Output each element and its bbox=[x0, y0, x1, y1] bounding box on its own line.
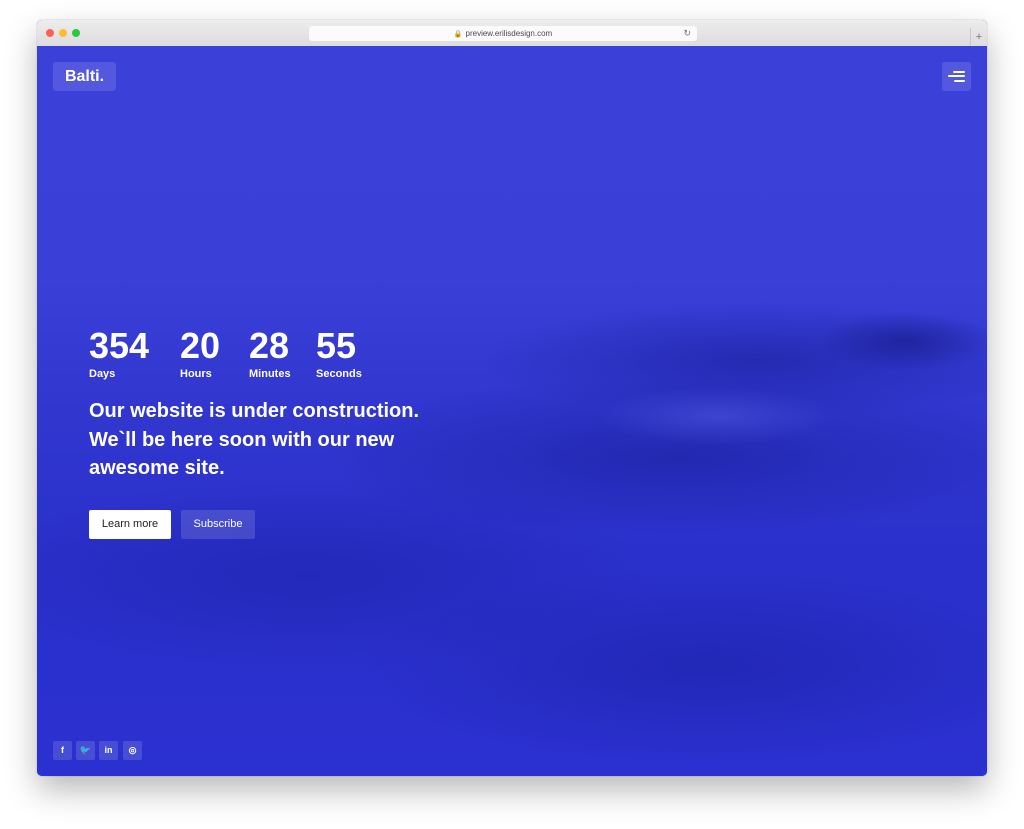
countdown-days: 354 Days bbox=[89, 325, 150, 381]
countdown-minutes: 28 Minutes bbox=[249, 325, 291, 381]
reload-icon[interactable]: ↻ bbox=[683, 26, 691, 41]
countdown-hours: 20 Hours bbox=[180, 325, 221, 381]
browser-titlebar: 🔒 preview.erilisdesign.com ↻ + bbox=[37, 20, 987, 47]
wave-shape bbox=[597, 386, 837, 446]
lock-icon: 🔒 bbox=[453, 31, 463, 38]
facebook-icon[interactable]: f bbox=[53, 741, 72, 760]
menu-icon-line bbox=[948, 75, 965, 77]
days-value: 354 bbox=[89, 325, 150, 366]
url-text: preview.erilisdesign.com bbox=[465, 29, 553, 38]
learn-more-button[interactable]: Learn more bbox=[89, 510, 171, 539]
minutes-value: 28 bbox=[249, 325, 290, 366]
new-tab-button[interactable]: + bbox=[970, 28, 987, 46]
wave-shape bbox=[817, 311, 987, 371]
linkedin-icon[interactable]: in bbox=[99, 741, 118, 760]
days-label: Days bbox=[89, 368, 116, 380]
address-bar[interactable]: 🔒 preview.erilisdesign.com ↻ bbox=[309, 26, 697, 41]
menu-icon-line bbox=[954, 80, 965, 82]
hours-label: Hours bbox=[180, 368, 212, 380]
construction-message: Our website is under construction. We`ll… bbox=[89, 400, 420, 480]
browser-window: 🔒 preview.erilisdesign.com ↻ + Balti. 354… bbox=[37, 20, 987, 776]
maximize-window-button[interactable] bbox=[72, 29, 80, 37]
menu-button[interactable] bbox=[942, 62, 971, 91]
hero-section: Balti. 354 Days 20 Hours 28 Minutes 55 S… bbox=[37, 46, 987, 776]
subscribe-button[interactable]: Subscribe bbox=[181, 510, 255, 539]
minutes-label: Minutes bbox=[249, 368, 291, 380]
minimize-window-button[interactable] bbox=[59, 29, 67, 37]
close-window-button[interactable] bbox=[46, 29, 54, 37]
hours-value: 20 bbox=[180, 325, 221, 366]
dribbble-icon[interactable]: ◎ bbox=[123, 741, 142, 760]
menu-icon bbox=[953, 71, 965, 73]
twitter-icon[interactable]: 🐦 bbox=[76, 741, 95, 760]
site-logo[interactable]: Balti. bbox=[53, 62, 116, 91]
seconds-label: Seconds bbox=[316, 368, 362, 380]
countdown-seconds: 55 Seconds bbox=[316, 325, 362, 381]
seconds-value: 55 bbox=[316, 325, 357, 366]
